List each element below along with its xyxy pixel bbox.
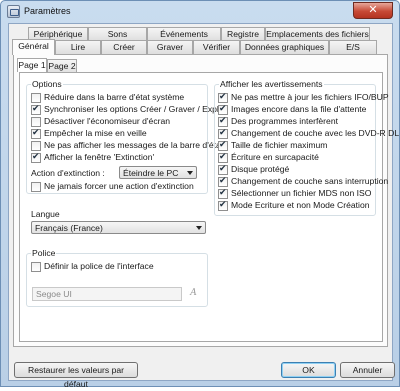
close-button[interactable]: ✕ — [353, 2, 393, 19]
warning-checkbox[interactable] — [218, 200, 228, 211]
option-checkbox-shutdown-window[interactable] — [31, 152, 41, 163]
warning-checkbox[interactable] — [218, 140, 228, 151]
option-label: Désactiver l'économiseur d'écran — [44, 116, 171, 126]
tab-general[interactable]: Général — [12, 39, 55, 55]
page-1-panel: Options Réduire dans la barre d'état sys… — [19, 72, 399, 342]
tab-verifier[interactable]: Vérifier — [193, 40, 240, 54]
option-checkbox-sync[interactable] — [31, 104, 41, 115]
warning-checkbox[interactable] — [218, 104, 228, 115]
tab-evenements[interactable]: Événements — [147, 27, 221, 41]
option-checkbox-minimize-tray[interactable] — [31, 93, 41, 103]
ok-button[interactable]: OK — [281, 362, 336, 378]
options-group: Options Réduire dans la barre d'état sys… — [26, 79, 226, 194]
option-label: Ne pas afficher les messages de la barre… — [44, 140, 224, 150]
warning-label: Changement de couche sans interruption — [231, 176, 389, 186]
font-name-value: Segoe UI — [36, 289, 72, 299]
tab-emplacements[interactable]: Emplacements des fichiers — [265, 27, 370, 41]
warning-checkbox[interactable] — [218, 176, 228, 187]
options-group-title: Options — [31, 79, 63, 89]
warning-label: Images encore dans la file d'attente — [231, 104, 367, 114]
option-checkbox-screensaver[interactable] — [31, 117, 41, 127]
shutdown-action-value: Éteindre le PC — [123, 168, 179, 178]
font-icon[interactable]: A — [187, 287, 200, 300]
chevron-down-icon — [196, 226, 202, 230]
tab-registre[interactable]: Registre — [221, 27, 265, 41]
language-dropdown[interactable]: Français (France) — [31, 221, 206, 234]
warning-label: Sélectionner un fichier MDS non ISO — [231, 188, 372, 198]
option-label: Empêcher la mise en veille — [44, 128, 147, 138]
warning-checkbox[interactable] — [218, 164, 228, 175]
warning-label: Écriture en surcapacité — [231, 152, 319, 162]
settings-window: Paramètres ✕ Périphérique Sons Événement… — [0, 0, 400, 389]
title-bar[interactable]: Paramètres ✕ — [1, 1, 399, 22]
option-checkbox-prevent-sleep[interactable] — [31, 128, 41, 139]
define-font-label: Définir la police de l'interface — [44, 261, 154, 271]
tab-donnees-graphiques[interactable]: Données graphiques — [240, 40, 329, 54]
warning-checkbox[interactable] — [218, 188, 228, 199]
language-group-title: Langue — [31, 209, 60, 219]
shutdown-action-label: Action d'extinction : — [31, 168, 105, 178]
font-group-title: Police — [31, 248, 57, 258]
option-checkbox-status-messages[interactable] — [31, 141, 41, 151]
tab-graver[interactable]: Graver — [147, 40, 193, 54]
tab-lire[interactable]: Lire — [55, 40, 101, 54]
warning-label: Mode Ecriture et non Mode Création — [231, 200, 370, 210]
force-shutdown-checkbox[interactable] — [31, 182, 41, 192]
app-icon — [7, 5, 20, 18]
tab-creer[interactable]: Créer — [101, 40, 147, 54]
dialog-client-area: Périphérique Sons Événements Registre Em… — [8, 23, 399, 389]
option-label: Synchroniser les options Créer / Graver … — [44, 104, 227, 114]
subtab-page-1[interactable]: Page 1 — [17, 58, 47, 72]
force-shutdown-label: Ne jamais forcer une action d'extinction — [44, 181, 194, 191]
warning-checkbox[interactable] — [218, 128, 228, 139]
warnings-group-title: Afficher les avertissements — [219, 79, 324, 89]
warning-checkbox[interactable] — [218, 116, 228, 127]
subtab-page-2[interactable]: Page 2 — [47, 59, 77, 72]
warning-checkbox[interactable] — [218, 152, 228, 163]
language-value: Français (France) — [35, 223, 103, 233]
tab-es[interactable]: E/S — [329, 40, 377, 54]
warning-label: Taille de fichier maximum — [231, 140, 328, 150]
cancel-button[interactable]: Annuler — [340, 362, 395, 378]
warning-label: Changement de couche avec les DVD-R DL — [231, 128, 400, 138]
general-tab-panel: Page 1 Page 2 Options Réduire dans la ba… — [13, 54, 399, 347]
font-group: Police Définir la police de l'interface … — [26, 248, 208, 307]
option-label: Afficher la fenêtre 'Extinction' — [44, 152, 155, 162]
restore-defaults-button[interactable]: Restaurer les valeurs par défaut — [14, 362, 138, 389]
shutdown-action-dropdown[interactable]: Éteindre le PC — [119, 166, 197, 179]
warning-label: Ne pas mettre à jour les fichiers IFO/BU… — [231, 92, 389, 102]
font-name-field[interactable]: Segoe UI — [32, 287, 182, 301]
tab-sons[interactable]: Sons — [88, 27, 147, 41]
warning-label: Disque protégé — [231, 164, 290, 174]
define-font-checkbox[interactable] — [31, 262, 41, 272]
window-title: Paramètres — [24, 6, 71, 16]
warnings-group: Afficher les avertissements Ne pas mettr… — [214, 79, 399, 216]
option-label: Réduire dans la barre d'état système — [44, 92, 185, 102]
warning-label: Des programmes interfèrent — [231, 116, 338, 126]
warning-checkbox[interactable] — [218, 92, 228, 103]
chevron-down-icon — [187, 171, 193, 175]
